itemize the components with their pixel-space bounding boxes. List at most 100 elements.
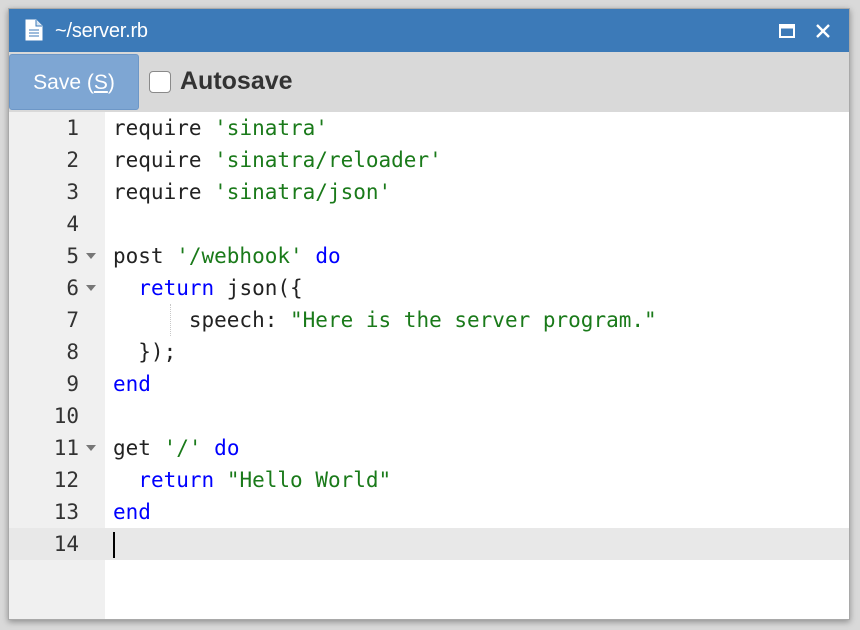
line-number: 14 [53, 532, 79, 556]
code-text: end [113, 368, 151, 400]
code-token: require [113, 180, 215, 204]
line-number: 10 [53, 404, 79, 428]
code-text: require 'sinatra/json' [113, 176, 391, 208]
code-line[interactable]: 11 get '/' do [9, 432, 849, 464]
code-token: return [138, 468, 215, 492]
code-cell[interactable]: end [105, 496, 849, 528]
gutter-cell: 5 [9, 240, 105, 272]
code-line[interactable]: 8 }); [9, 336, 849, 368]
code-cell[interactable]: get '/' do [105, 432, 849, 464]
close-button[interactable] [812, 20, 834, 42]
code-text: require 'sinatra' [113, 112, 328, 144]
code-line[interactable]: 1 require 'sinatra' [9, 112, 849, 144]
save-label-suffix: ) [107, 71, 115, 94]
code-token: do [214, 436, 240, 460]
code-token: post [113, 244, 177, 268]
code-token: json({ [214, 276, 303, 300]
autosave-checkbox[interactable] [149, 71, 171, 93]
code-line[interactable]: 3 require 'sinatra/json' [9, 176, 849, 208]
code-token: return [138, 276, 215, 300]
code-line[interactable]: 5 post '/webhook' do [9, 240, 849, 272]
line-number: 9 [66, 372, 79, 396]
gutter-cell: 4 [9, 208, 105, 240]
window-title: ~/server.rb [55, 20, 148, 42]
code-text: get '/' do [113, 432, 239, 464]
toolbar: Save (S) Autosave [9, 52, 849, 112]
gutter-cell: 2 [9, 144, 105, 176]
code-cell[interactable]: post '/webhook' do [105, 240, 849, 272]
code-line[interactable]: 2 require 'sinatra/reloader' [9, 144, 849, 176]
code-cell[interactable]: return "Hello World" [105, 464, 849, 496]
code-line[interactable]: 9 end [9, 368, 849, 400]
code-token: '/webhook' [176, 244, 303, 268]
code-cell[interactable]: require 'sinatra' [105, 112, 849, 144]
line-number: 7 [66, 308, 79, 332]
save-button[interactable]: Save (S) [9, 54, 139, 110]
code-line[interactable]: 14 [9, 528, 849, 560]
gutter-cell: 7 [9, 304, 105, 336]
save-label-prefix: Save ( [33, 71, 94, 94]
code-cell[interactable]: speech: "Here is the server program." [105, 304, 849, 336]
code-text: }); [113, 336, 176, 368]
code-text: return json({ [113, 272, 303, 304]
code-line[interactable]: 13 end [9, 496, 849, 528]
code-line[interactable]: 6 return json({ [9, 272, 849, 304]
fold-arrow-icon[interactable] [86, 285, 96, 291]
line-number: 12 [53, 468, 79, 492]
code-editor[interactable]: 1 require 'sinatra' 2 require 'sinatra/relo… [9, 112, 849, 619]
code-token: 'sinatra/reloader' [214, 148, 442, 172]
gutter-cell: 1 [9, 112, 105, 144]
fold-arrow-icon[interactable] [86, 253, 96, 259]
code-line[interactable]: 4 [9, 208, 849, 240]
line-number: 1 [66, 116, 79, 140]
fold-arrow-icon[interactable] [86, 445, 96, 451]
code-token: '/' [163, 436, 202, 460]
gutter-cell: 3 [9, 176, 105, 208]
code-token: require [113, 116, 215, 140]
maximize-icon [779, 24, 795, 38]
title-bar: ~/server.rb [9, 9, 849, 52]
code-token: end [113, 372, 151, 396]
gutter-cell: 14 [9, 528, 105, 560]
code-token: do [315, 244, 341, 268]
code-cell[interactable]: require 'sinatra/json' [105, 176, 849, 208]
gutter-cell: 10 [9, 400, 105, 432]
code-token: speech: [113, 308, 291, 332]
maximize-button[interactable] [776, 20, 798, 42]
line-number: 13 [53, 500, 79, 524]
code-line[interactable]: 10 [9, 400, 849, 432]
code-cell[interactable] [105, 208, 849, 240]
line-number: 5 [66, 244, 79, 268]
gutter-cell: 11 [9, 432, 105, 464]
code-text: end [113, 496, 151, 528]
gutter-cell: 6 [9, 272, 105, 304]
code-text: require 'sinatra/reloader' [113, 144, 442, 176]
code-token: }); [113, 340, 177, 364]
text-cursor [113, 532, 115, 558]
code-cell[interactable]: end [105, 368, 849, 400]
line-number: 6 [66, 276, 79, 300]
code-cell[interactable]: return json({ [105, 272, 849, 304]
code-cell[interactable]: }); [105, 336, 849, 368]
code-text: speech: "Here is the server program." [113, 304, 657, 336]
code-line[interactable]: 12 return "Hello World" [9, 464, 849, 496]
code-line[interactable]: 7 speech: "Here is the server program." [9, 304, 849, 336]
code-cell[interactable]: require 'sinatra/reloader' [105, 144, 849, 176]
gutter-cell: 13 [9, 496, 105, 528]
gutter-cell: 9 [9, 368, 105, 400]
save-shortcut-key: S [93, 71, 108, 94]
code-cell[interactable] [105, 400, 849, 432]
line-number: 3 [66, 180, 79, 204]
autosave-label[interactable]: Autosave [180, 66, 293, 96]
code-token: "Here is the server program." [290, 308, 657, 332]
code-token: get [113, 436, 164, 460]
file-icon [25, 19, 43, 41]
code-cell[interactable] [105, 528, 849, 560]
code-token: "Hello World" [226, 468, 392, 492]
line-number: 2 [66, 148, 79, 172]
code-token: require [113, 148, 215, 172]
